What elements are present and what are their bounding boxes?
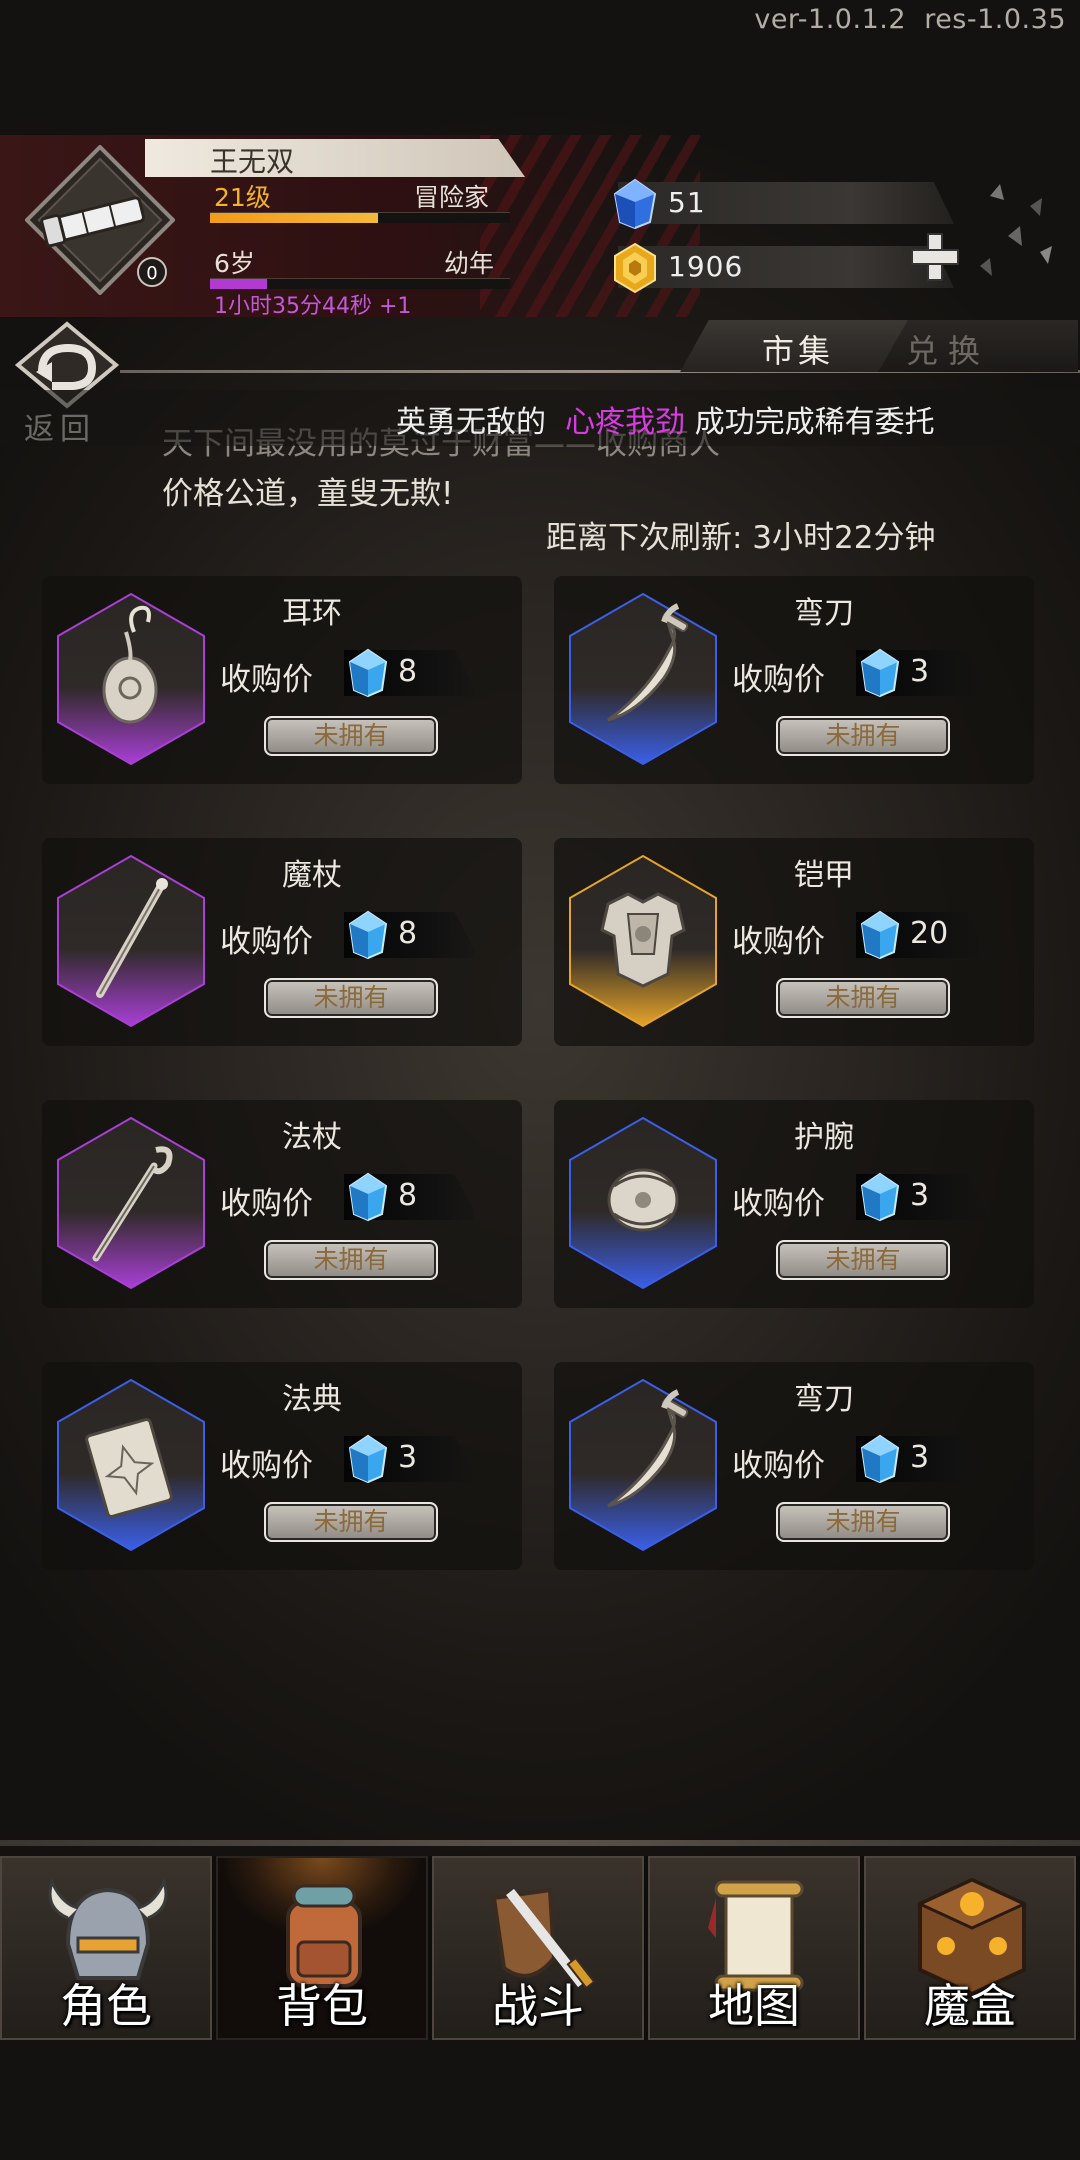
price-label: 收购价 [220,924,313,960]
player-name: 王无双 [210,145,295,178]
price-label: 收购价 [732,662,825,698]
exp-bar-fill [210,213,378,223]
nav-divider [0,1840,1080,1846]
nav-item-sword-shield[interactable]: 战斗 [432,1856,644,2040]
diamond-icon [860,1434,900,1484]
version-ver: ver-1.0.1.2 [754,4,907,35]
diamond-icon [860,910,900,960]
version-label: ver-1.0.1.2 res-1.0.35 [754,4,1066,35]
item-price: 8 [398,654,418,689]
nav-label: 角色 [60,1979,152,2033]
item-name: 魔杖 [282,858,342,893]
merchant-slogan: 价格公道，童叟无欺! [162,476,454,512]
nav-item-backpack[interactable]: 背包 [216,1856,428,2040]
nav-item-scroll-map[interactable]: 地图 [648,1856,860,2040]
price-label: 收购价 [732,1186,825,1222]
item-card: 铠甲 收购价 20 未拥有 [554,838,1034,1046]
diamond-icon [613,178,657,230]
not-owned-button[interactable]: 未拥有 [264,1240,438,1280]
bottom-nav: 角色 背包 战斗 地图 魔盒 [0,1856,1080,2040]
item-card: 法典 收购价 3 未拥有 [42,1362,522,1570]
item-name: 护腕 [794,1120,854,1155]
decorative-shards [980,184,1052,276]
price-label: 收购价 [220,1186,313,1222]
not-owned-button[interactable]: 未拥有 [264,978,438,1018]
age-timer: 1小时35分44秒 +1 [214,294,412,319]
price-label: 收购价 [220,1448,313,1484]
diamond-icon [348,648,388,698]
diamond-icon [860,1172,900,1222]
item-name: 弯刀 [794,1382,854,1417]
item-price: 8 [398,916,418,951]
not-owned-button[interactable]: 未拥有 [264,716,438,756]
add-resource-plus-icon[interactable] [908,230,962,284]
exp-bar [210,212,510,223]
item-name: 耳环 [282,596,342,631]
item-card: 耳环 收购价 8 未拥有 [42,576,522,784]
item-name: 铠甲 [794,858,854,893]
player-job: 冒险家 [414,183,490,212]
gold-gem-icon [614,242,656,294]
not-owned-button[interactable]: 未拥有 [776,1502,950,1542]
item-price: 8 [398,1178,418,1213]
nav-label: 地图 [708,1979,800,2033]
price-label: 收购价 [220,662,313,698]
gold-count: 1906 [668,250,744,283]
item-price: 3 [910,654,930,689]
item-price: 3 [910,1178,930,1213]
diamond-icon [348,1172,388,1222]
not-owned-button[interactable]: 未拥有 [776,716,950,756]
diamond-icon [348,910,388,960]
diamond-icon [348,1434,388,1484]
player-level: 21级 [214,183,271,212]
not-owned-button[interactable]: 未拥有 [264,1502,438,1542]
item-price: 20 [910,916,949,951]
avatar-badge: 0 [146,263,157,284]
item-card: 魔杖 收购价 8 未拥有 [42,838,522,1046]
not-owned-button[interactable]: 未拥有 [776,978,950,1018]
broadcast-suffix: 成功完成稀有委托 [694,405,935,440]
item-price: 3 [910,1440,930,1475]
refresh-timer: 距离下次刷新: 3小时22分钟 [546,520,936,556]
tab-exchange-label[interactable]: 兑换 [906,326,990,372]
nav-label: 背包 [276,1979,368,2033]
version-res: res-1.0.35 [924,4,1066,35]
nav-item-magic-box[interactable]: 魔盒 [864,1856,1076,2040]
name-plate [145,139,525,177]
nav-label: 魔盒 [924,1979,1016,2033]
item-price: 3 [398,1440,418,1475]
broadcast-player: 心疼我劲 [565,405,686,440]
not-owned-button[interactable]: 未拥有 [776,1240,950,1280]
diamond-icon [860,648,900,698]
tab-market-label[interactable]: 市集 [762,326,834,372]
item-name: 弯刀 [794,596,854,631]
item-card: 弯刀 收购价 3 未拥有 [554,1362,1034,1570]
diamond-count: 51 [668,186,706,219]
nav-item-helmet[interactable]: 角色 [0,1856,212,2040]
nav-label: 战斗 [492,1979,584,2033]
item-card: 弯刀 收购价 3 未拥有 [554,576,1034,784]
broadcast-prefix: 英勇无敌的 [396,405,546,440]
item-card: 法杖 收购价 8 未拥有 [42,1100,522,1308]
item-name: 法杖 [282,1120,342,1155]
item-card: 护腕 收购价 3 未拥有 [554,1100,1034,1308]
price-label: 收购价 [732,924,825,960]
item-name: 法典 [282,1382,342,1417]
player-age: 6岁 [214,249,255,278]
broadcast-message: 英勇无敌的 心疼我劲 成功完成稀有委托 [396,397,935,441]
player-stage: 幼年 [444,249,495,278]
price-label: 收购价 [732,1448,825,1484]
